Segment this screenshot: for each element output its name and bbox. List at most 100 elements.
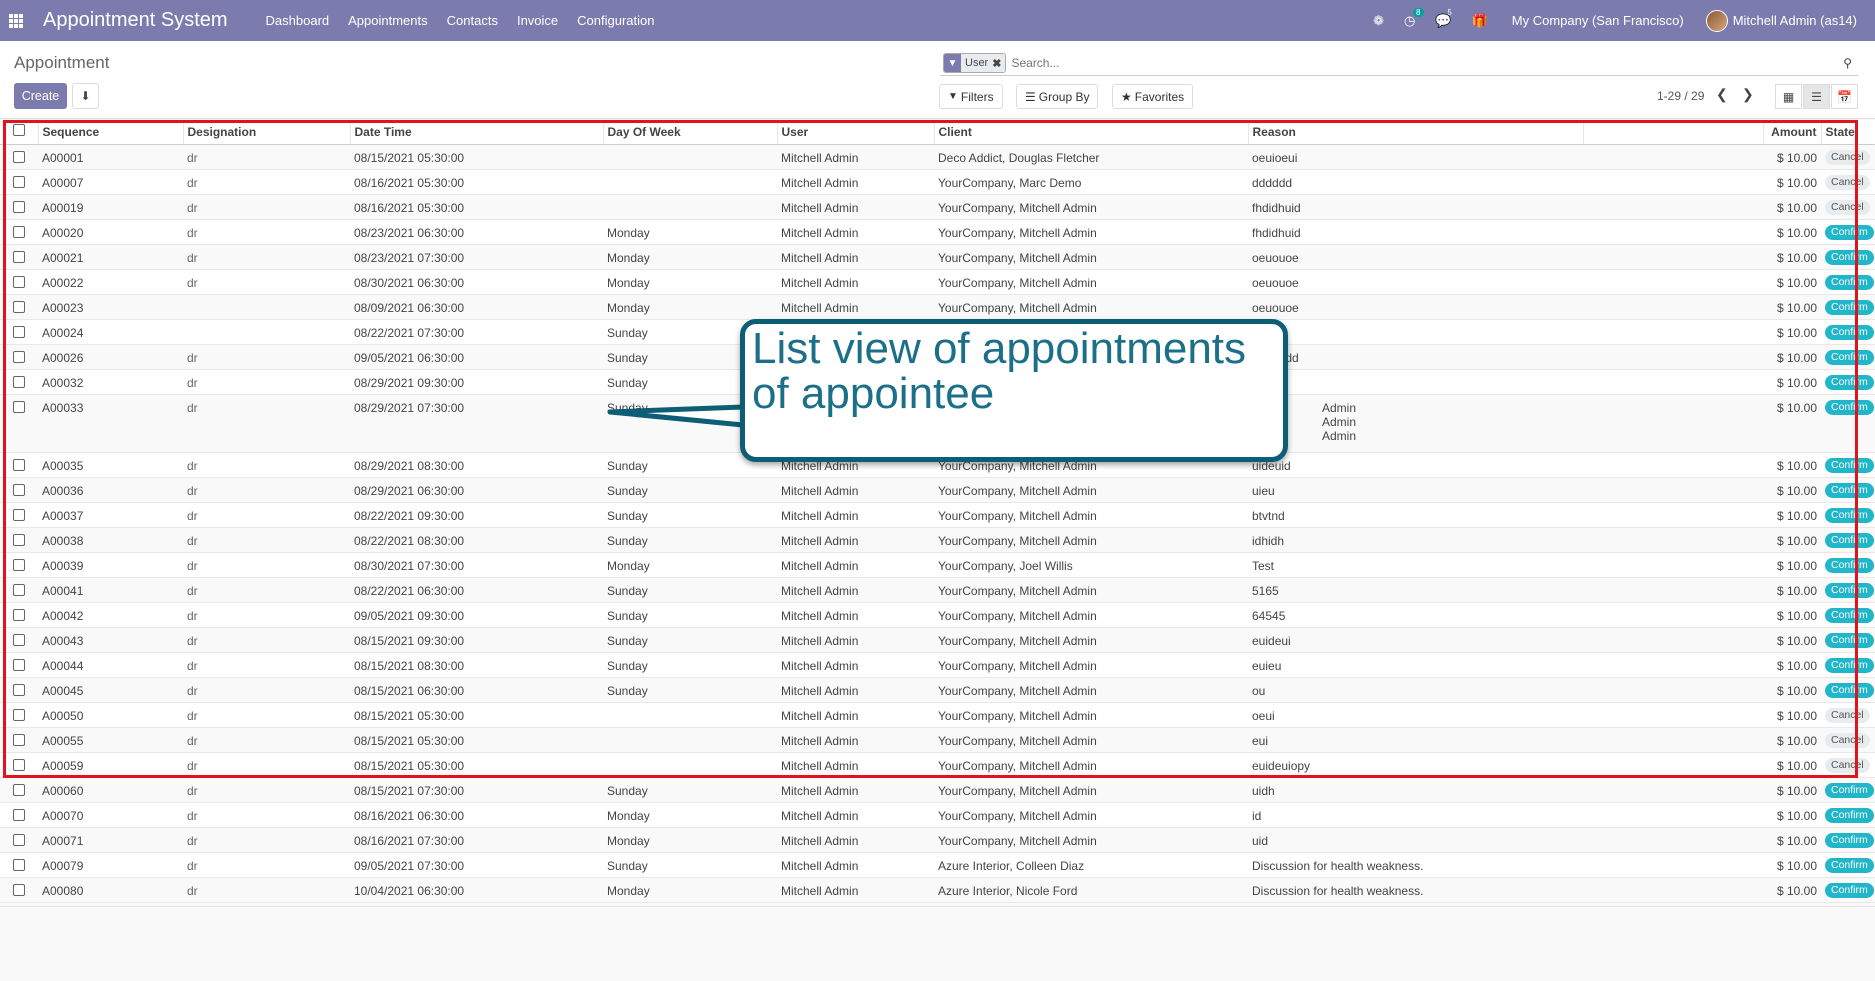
cell-user: Mitchell Admin — [777, 244, 934, 270]
row-checkbox[interactable] — [13, 883, 25, 896]
row-checkbox[interactable] — [13, 150, 25, 163]
row-checkbox[interactable] — [13, 808, 25, 821]
row-checkbox[interactable] — [13, 758, 25, 771]
table-row[interactable]: A00079 dr 09/05/2021 07:30:00 Sunday Mitchel… — [0, 852, 1875, 878]
table-row[interactable]: A00045 dr 08/15/2021 06:30:00 Sunday Mitchel… — [0, 677, 1875, 703]
row-checkbox[interactable] — [13, 300, 25, 313]
row-checkbox[interactable] — [13, 458, 25, 471]
groupby-button[interactable]: ☰ Group By — [1016, 84, 1099, 109]
row-checkbox[interactable] — [13, 533, 25, 546]
table-row[interactable]: A00071 dr 08/16/2021 07:30:00 Monday Mitchel… — [0, 827, 1875, 853]
select-all-checkbox[interactable] — [13, 124, 25, 137]
list-view-icon[interactable]: ☰ — [1803, 84, 1830, 109]
table-row[interactable]: A00059 dr 08/15/2021 05:30:00 Mitchell Admi… — [0, 752, 1875, 778]
menu-dashboard[interactable]: Dashboard — [266, 13, 330, 28]
table-row[interactable]: A00037 dr 08/22/2021 09:30:00 Sunday Mitchel… — [0, 502, 1875, 528]
activity-clock-icon[interactable]: ◷ 8 — [1404, 7, 1424, 29]
pager-next-icon[interactable]: ❯ — [1742, 86, 1754, 103]
table-row[interactable]: A00080 dr 10/04/2021 06:30:00 Monday Mitchel… — [0, 877, 1875, 903]
row-checkbox[interactable] — [13, 483, 25, 496]
cell-des: dr — [183, 244, 350, 270]
table-row[interactable]: A00042 dr 09/05/2021 09:30:00 Sunday Mitchel… — [0, 602, 1875, 628]
calendar-view-icon[interactable]: 📅 — [1831, 84, 1858, 109]
apps-menu-icon[interactable] — [9, 13, 23, 28]
menu-invoice[interactable]: Invoice — [517, 13, 558, 28]
row-checkbox[interactable] — [13, 833, 25, 846]
col-client[interactable]: Client — [934, 120, 1249, 145]
menu-contacts[interactable]: Contacts — [447, 13, 498, 28]
row-checkbox[interactable] — [13, 733, 25, 746]
row-checkbox[interactable] — [13, 175, 25, 188]
kanban-view-icon[interactable]: ▦ — [1775, 84, 1802, 109]
row-checkbox[interactable] — [13, 325, 25, 338]
row-checkbox[interactable] — [13, 683, 25, 696]
bug-icon[interactable]: ❁ — [1373, 13, 1384, 29]
row-checkbox[interactable] — [13, 583, 25, 596]
menu-configuration[interactable]: Configuration — [577, 13, 654, 28]
cell-client: Azure Interior, Nicole Ford — [934, 877, 1248, 903]
table-row[interactable]: A00043 dr 08/15/2021 09:30:00 Sunday Mitchel… — [0, 627, 1875, 653]
col-user[interactable]: User — [777, 120, 935, 145]
col-datetime[interactable]: Date Time — [350, 120, 604, 145]
table-row[interactable]: A00001 dr 08/15/2021 05:30:00 Mitchell Admi… — [0, 144, 1875, 170]
search-facet-user[interactable]: ▼ User ✖ — [943, 53, 1007, 73]
cell-seq: A00021 — [38, 244, 183, 270]
favorites-button[interactable]: ★ Favorites — [1112, 84, 1194, 109]
row-checkbox[interactable] — [13, 658, 25, 671]
row-checkbox[interactable] — [13, 400, 25, 413]
row-checkbox[interactable] — [13, 608, 25, 621]
row-checkbox[interactable] — [13, 250, 25, 263]
table-row[interactable]: A00036 dr 08/29/2021 06:30:00 Sunday Mitchel… — [0, 477, 1875, 503]
create-button[interactable]: Create — [14, 83, 67, 109]
col-designation[interactable]: Designation — [183, 120, 351, 145]
table-row[interactable]: A00022 dr 08/30/2021 06:30:00 Monday Mitchel… — [0, 269, 1875, 295]
table-row[interactable]: A00070 dr 08/16/2021 06:30:00 Monday Mitchel… — [0, 802, 1875, 828]
facet-remove-icon[interactable]: ✖ — [992, 57, 1001, 70]
table-row[interactable]: A00021 dr 08/23/2021 07:30:00 Monday Mitchel… — [0, 244, 1875, 270]
col-sequence[interactable]: Sequence — [38, 120, 184, 145]
table-row[interactable]: A00060 dr 08/15/2021 07:30:00 Sunday Mitchel… — [0, 777, 1875, 803]
app-brand[interactable]: Appointment System — [43, 9, 228, 32]
col-amount[interactable]: Amount — [1763, 120, 1822, 145]
row-checkbox[interactable] — [13, 708, 25, 721]
row-select-cell — [0, 369, 38, 395]
cell-state: Confirm — [1821, 877, 1875, 903]
col-reason[interactable]: Reason — [1248, 120, 1584, 145]
search-icon[interactable]: ⚲ — [1843, 56, 1852, 70]
row-checkbox[interactable] — [13, 508, 25, 521]
row-checkbox[interactable] — [13, 350, 25, 363]
row-checkbox[interactable] — [13, 633, 25, 646]
search-input[interactable] — [1011, 56, 1844, 70]
status-badge: Confirm — [1825, 482, 1874, 498]
row-checkbox[interactable] — [13, 783, 25, 796]
row-checkbox[interactable] — [13, 558, 25, 571]
row-checkbox[interactable] — [13, 200, 25, 213]
table-row[interactable]: A00007 dr 08/16/2021 05:30:00 Mitchell Admi… — [0, 169, 1875, 195]
table-row[interactable]: A00055 dr 08/15/2021 05:30:00 Mitchell Admi… — [0, 727, 1875, 753]
row-checkbox[interactable] — [13, 375, 25, 388]
col-dayofweek[interactable]: Day Of Week — [603, 120, 778, 145]
messages-icon[interactable]: 💬 5 — [1435, 8, 1451, 29]
row-checkbox[interactable] — [13, 225, 25, 238]
table-row[interactable]: A00041 dr 08/22/2021 06:30:00 Sunday Mitchel… — [0, 577, 1875, 603]
col-state[interactable]: State — [1821, 120, 1875, 145]
table-row[interactable]: A00023 08/09/2021 06:30:00 Monday Mitchell … — [0, 294, 1875, 320]
table-row[interactable]: A00019 dr 08/16/2021 05:30:00 Mitchell Admi… — [0, 194, 1875, 220]
table-row[interactable]: A00039 dr 08/30/2021 07:30:00 Monday Mitchel… — [0, 552, 1875, 578]
pager-value[interactable]: 1-29 / 29 — [1657, 89, 1704, 103]
gift-icon[interactable]: 🎁 — [1472, 13, 1488, 29]
user-avatar[interactable] — [1705, 9, 1728, 32]
table-row[interactable]: A00020 dr 08/23/2021 06:30:00 Monday Mitchel… — [0, 219, 1875, 245]
row-checkbox[interactable] — [13, 275, 25, 288]
user-menu[interactable]: Mitchell Admin (as14) — [1733, 13, 1857, 28]
cell-client: YourCompany, Mitchell Admin — [934, 752, 1248, 778]
row-checkbox[interactable] — [13, 858, 25, 871]
pager-previous-icon[interactable]: ❮ — [1716, 86, 1728, 103]
filters-button[interactable]: ▼ Filters — [939, 84, 1003, 109]
menu-appointments[interactable]: Appointments — [348, 13, 428, 28]
table-row[interactable]: A00044 dr 08/15/2021 08:30:00 Sunday Mitchel… — [0, 652, 1875, 678]
download-icon[interactable]: ⬇ — [72, 83, 99, 109]
table-row[interactable]: A00050 dr 08/15/2021 05:30:00 Mitchell Admi… — [0, 702, 1875, 728]
table-row[interactable]: A00038 dr 08/22/2021 08:30:00 Sunday Mitchel… — [0, 527, 1875, 553]
company-switcher[interactable]: My Company (San Francisco) — [1512, 13, 1684, 28]
